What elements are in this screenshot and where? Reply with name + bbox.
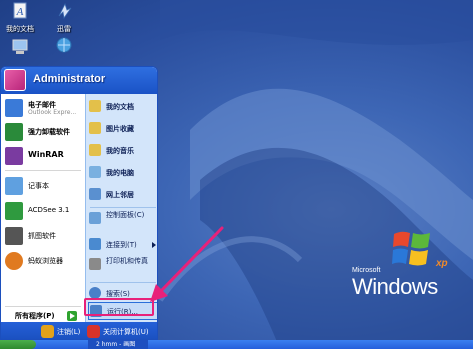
place-label: 打印机和传真 bbox=[106, 257, 148, 265]
program-title: 记事本 bbox=[28, 182, 49, 190]
browser-icon bbox=[5, 252, 23, 270]
run-highlight-box bbox=[84, 298, 154, 316]
place-control-panel[interactable]: 控制面板(C) bbox=[88, 210, 157, 234]
program-email[interactable]: 电子邮件 Outlook Expre... bbox=[4, 97, 84, 119]
all-programs-button[interactable]: 所有程序(P) bbox=[1, 310, 85, 322]
menu-separator bbox=[90, 207, 156, 208]
desktop-icon-thunder[interactable]: 迅雷 bbox=[44, 2, 84, 34]
program-winrar[interactable]: WinRAR bbox=[4, 145, 84, 167]
desktop-icon-label: 我的文档 bbox=[6, 25, 34, 33]
program-title: 强力卸载软件 bbox=[28, 128, 70, 136]
power-icon bbox=[87, 325, 100, 338]
menu-separator bbox=[5, 306, 81, 307]
start-menu-footer: 注销(L) 关闭计算机(U) bbox=[1, 322, 157, 339]
logo-microsoft-text: Microsoft bbox=[352, 267, 381, 274]
program-subtitle: Outlook Expre... bbox=[28, 109, 77, 116]
my-computer-icon bbox=[12, 39, 28, 54]
program-title: 蚂蚁浏览器 bbox=[28, 257, 63, 265]
thunder-icon bbox=[58, 2, 72, 20]
place-my-music[interactable]: 我的音乐 bbox=[88, 142, 157, 160]
menu-separator bbox=[5, 170, 81, 171]
logo-xp-text: xp bbox=[436, 258, 448, 269]
place-my-pictures[interactable]: 图片收藏 bbox=[88, 120, 157, 138]
program-title: ACDSee 3.1 bbox=[28, 206, 70, 214]
program-browser[interactable]: 蚂蚁浏览器 bbox=[4, 250, 84, 272]
taskbar: 2 hmm - 画图 bbox=[0, 340, 473, 349]
place-label: 网上邻居 bbox=[106, 191, 134, 199]
program-screenshot[interactable]: 抓图软件 bbox=[4, 225, 84, 247]
place-connect-to[interactable]: 连接到(T) bbox=[88, 236, 157, 254]
place-label: 我的文档 bbox=[106, 103, 134, 111]
start-menu-left-panel: 电子邮件 Outlook Expre... 强力卸载软件 WinRAR 记事本 … bbox=[1, 94, 85, 322]
desktop-icon-network[interactable] bbox=[44, 36, 84, 58]
my-documents-icon: A bbox=[13, 2, 27, 19]
user-name: Administrator bbox=[33, 73, 106, 85]
connect-to-icon bbox=[89, 238, 101, 250]
shutdown-label: 关闭计算机(U) bbox=[103, 328, 149, 336]
my-music-icon bbox=[89, 144, 101, 156]
program-uninstaller[interactable]: 强力卸载软件 bbox=[4, 121, 84, 143]
my-documents-icon bbox=[89, 100, 101, 112]
place-label: 控制面板(C) bbox=[106, 211, 145, 219]
taskbar-task[interactable]: 2 hmm - 画图 bbox=[88, 340, 148, 349]
control-panel-icon bbox=[89, 212, 101, 224]
place-printers[interactable]: 打印机和传真 bbox=[88, 256, 157, 280]
place-label: 连接到(T) bbox=[106, 241, 137, 249]
logo-windows-text: Windows bbox=[352, 274, 438, 299]
logoff-icon bbox=[41, 325, 54, 338]
program-acdsee[interactable]: ACDSee 3.1 bbox=[4, 200, 84, 222]
submenu-arrow-icon bbox=[152, 242, 156, 248]
place-my-documents[interactable]: 我的文档 bbox=[88, 98, 157, 116]
start-menu-header: Administrator bbox=[1, 67, 157, 94]
place-my-computer[interactable]: 我的电脑 bbox=[88, 164, 157, 182]
arrow-right-icon bbox=[67, 311, 77, 321]
windows-xp-logo: Microsoft Windows xp bbox=[352, 228, 452, 308]
user-avatar[interactable] bbox=[4, 69, 26, 91]
start-button[interactable] bbox=[0, 340, 36, 349]
program-title: 抓图软件 bbox=[28, 232, 56, 240]
desktop-icon-label: 迅雷 bbox=[57, 25, 71, 33]
email-icon bbox=[5, 99, 23, 117]
network-places-icon bbox=[89, 188, 101, 200]
my-pictures-icon bbox=[89, 122, 101, 134]
notepad-icon bbox=[5, 177, 23, 195]
camera-icon bbox=[5, 227, 23, 245]
desktop-icon-my-computer[interactable] bbox=[0, 38, 40, 60]
network-places-icon bbox=[56, 37, 72, 53]
start-menu-right-panel: 我的文档 图片收藏 我的音乐 我的电脑 网上邻居 控制面板(C) 连接到(T) bbox=[85, 94, 157, 322]
my-computer-icon bbox=[89, 166, 101, 178]
program-notepad[interactable]: 记事本 bbox=[4, 175, 84, 197]
logoff-label: 注销(L) bbox=[57, 328, 81, 336]
desktop-icon-my-documents[interactable]: A 我的文档 bbox=[0, 2, 40, 34]
svg-text:A: A bbox=[16, 6, 24, 18]
program-title: WinRAR bbox=[28, 150, 64, 159]
all-programs-label: 所有程序(P) bbox=[15, 312, 55, 320]
windows-flag-icon bbox=[392, 231, 430, 266]
printer-icon bbox=[89, 258, 101, 270]
winrar-icon bbox=[5, 147, 23, 165]
acdsee-icon bbox=[5, 202, 23, 220]
place-label: 我的电脑 bbox=[106, 169, 134, 177]
menu-separator bbox=[90, 282, 156, 283]
place-label: 我的音乐 bbox=[106, 147, 134, 155]
uninstaller-icon bbox=[5, 123, 23, 141]
place-label: 图片收藏 bbox=[106, 125, 134, 133]
place-network[interactable]: 网上邻居 bbox=[88, 186, 157, 204]
